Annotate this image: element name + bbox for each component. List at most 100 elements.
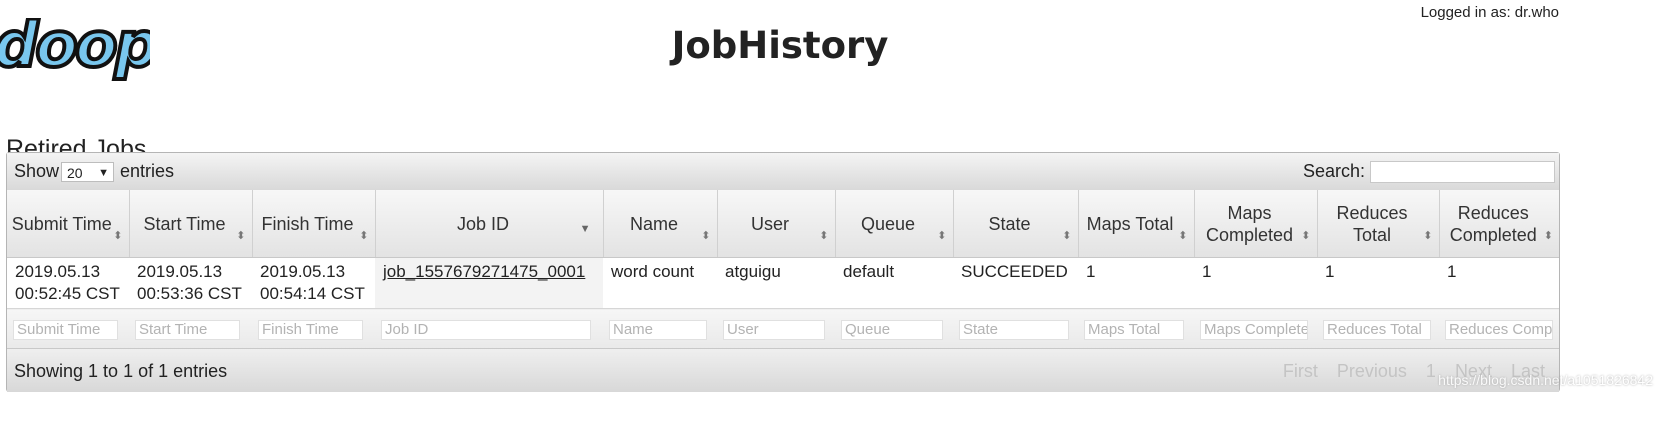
filter-cell: Finish Time — [252, 308, 375, 351]
search-input[interactable] — [1370, 161, 1555, 183]
filter-cell: Maps Complete — [1194, 308, 1317, 351]
col-job-id-label: Job ID — [456, 213, 510, 234]
cell-finish-time: 2019.05.13 00:54:14 CST — [252, 257, 375, 309]
page-first-button[interactable]: First — [1283, 361, 1318, 381]
submit-clock: 00:52:45 CST — [15, 284, 120, 303]
cell-state: SUCCEEDED — [953, 257, 1078, 309]
sort-icon: ⬍ — [937, 230, 947, 242]
sort-icon: ⬍ — [113, 230, 123, 242]
filter-queue-input[interactable]: Queue — [841, 320, 943, 340]
col-submit-time[interactable]: Submit Time ⬍ — [7, 190, 130, 258]
filter-submit-time-input[interactable]: Submit Time — [13, 320, 118, 340]
col-maps-total-label: Maps Total — [1086, 213, 1174, 234]
filter-cell: Maps Total — [1078, 308, 1194, 351]
col-name-label: Name — [629, 213, 678, 234]
start-date: 2019.05.13 — [137, 262, 223, 281]
filter-cell: Queue — [835, 308, 953, 351]
filter-finish-time-input[interactable]: Finish Time — [258, 320, 363, 340]
cell-user: atguigu — [717, 257, 835, 309]
col-job-id[interactable]: Job ID ▼ — [375, 190, 604, 258]
table-footer: Showing 1 to 1 of 1 entries First Previo… — [7, 348, 1559, 392]
col-start-time[interactable]: Start Time ⬍ — [129, 190, 253, 258]
sort-icon: ⬍ — [1423, 230, 1433, 242]
jobs-table: Submit Time ⬍ Start Time ⬍ Finish Time ⬍ Jo… — [7, 190, 1559, 351]
filter-user-input[interactable]: User — [723, 320, 825, 340]
filter-cell: Submit Time — [7, 308, 129, 351]
col-maps-completed[interactable]: Maps Completed ⬍ — [1194, 190, 1318, 258]
filter-cell: Reduces Total — [1317, 308, 1439, 351]
cell-name: word count — [603, 257, 717, 309]
col-start-time-label: Start Time — [143, 213, 226, 234]
col-state-label: State — [988, 213, 1031, 234]
filter-maps-total-input[interactable]: Maps Total — [1084, 320, 1184, 340]
show-label: Show — [14, 161, 60, 181]
col-reduces-completed-label-2: Completed — [1449, 224, 1537, 245]
col-state[interactable]: State ⬍ — [953, 190, 1079, 258]
cell-submit-time: 2019.05.13 00:52:45 CST — [7, 257, 129, 309]
col-maps-completed-label: Maps — [1227, 202, 1272, 223]
filter-cell: Start Time — [129, 308, 252, 351]
entries-label: entries — [120, 161, 175, 181]
table-row: 2019.05.13 00:52:45 CST 2019.05.13 00:53:3… — [7, 257, 1559, 309]
filter-state-input[interactable]: State — [959, 320, 1069, 340]
sort-icon: ⬍ — [1062, 230, 1072, 242]
sort-icon: ⬍ — [1178, 230, 1188, 242]
filter-reduces-total-input[interactable]: Reduces Total — [1323, 320, 1431, 340]
filter-job-id-input[interactable]: Job ID — [381, 320, 591, 340]
dropdown-arrow-icon: ▼ — [98, 167, 109, 179]
filter-row: Submit Time Start Time Finish Time Job I… — [7, 308, 1559, 351]
filter-maps-completed-input[interactable]: Maps Complete — [1200, 320, 1308, 340]
col-reduces-completed-label: Reduces — [1457, 202, 1529, 223]
sort-icon: ⬍ — [819, 230, 829, 242]
col-reduces-completed[interactable]: Reduces Completed ⬍ — [1439, 190, 1559, 258]
col-user-label: User — [750, 213, 789, 234]
submit-date: 2019.05.13 — [15, 262, 101, 281]
filter-cell: Reduces Comp — [1439, 308, 1559, 351]
col-submit-time-label: Submit Time — [11, 213, 112, 234]
filter-reduces-completed-input[interactable]: Reduces Comp — [1445, 320, 1553, 340]
watermark: https://blog.csdn.net/a1051826842 — [1438, 372, 1653, 388]
sort-icon: ⬍ — [1301, 230, 1311, 242]
col-user[interactable]: User ⬍ — [717, 190, 836, 258]
header-row: Submit Time ⬍ Start Time ⬍ Finish Time ⬍ Jo… — [7, 190, 1559, 258]
sort-icon: ⬍ — [236, 230, 246, 242]
finish-clock: 00:54:14 CST — [260, 284, 365, 303]
col-finish-time[interactable]: Finish Time ⬍ — [252, 190, 376, 258]
col-queue-label: Queue — [860, 213, 916, 234]
cell-start-time: 2019.05.13 00:53:36 CST — [129, 257, 252, 309]
entries-select[interactable]: 20 ▼ — [61, 162, 114, 182]
table-toolbar: Show 20 ▼ entries Search: — [7, 153, 1559, 191]
finish-date: 2019.05.13 — [260, 262, 346, 281]
filter-cell: Name — [603, 308, 717, 351]
sort-icon: ⬍ — [1543, 230, 1553, 242]
cell-reduces-total: 1 — [1317, 257, 1439, 309]
page-title: JobHistory — [671, 24, 889, 67]
col-reduces-total-label: Reduces — [1336, 202, 1408, 223]
sort-icon: ⬍ — [359, 230, 369, 242]
sort-desc-icon: ▼ — [579, 223, 591, 235]
col-name[interactable]: Name ⬍ — [603, 190, 718, 258]
col-maps-completed-label-2: Completed — [1205, 224, 1294, 245]
col-finish-time-label: Finish Time — [261, 213, 354, 234]
cell-reduces-completed: 1 — [1439, 257, 1559, 309]
cell-maps-completed: 1 — [1194, 257, 1317, 309]
search-label: Search: — [1302, 161, 1365, 181]
col-queue[interactable]: Queue ⬍ — [835, 190, 954, 258]
job-id-link[interactable]: job_1557679271475_0001 — [383, 262, 585, 281]
filter-cell: User — [717, 308, 835, 351]
filter-start-time-input[interactable]: Start Time — [135, 320, 240, 340]
page-number-button[interactable]: 1 — [1426, 361, 1436, 381]
cell-job-id: job_1557679271475_0001 — [375, 257, 603, 309]
page-previous-button[interactable]: Previous — [1337, 361, 1407, 381]
sort-icon: ⬍ — [701, 230, 711, 242]
start-clock: 00:53:36 CST — [137, 284, 242, 303]
filter-name-input[interactable]: Name — [609, 320, 707, 340]
logged-in-user: Logged in as: dr.who — [1420, 4, 1559, 21]
col-maps-total[interactable]: Maps Total ⬍ — [1078, 190, 1195, 258]
col-reduces-total-label-2: Total — [1352, 224, 1392, 245]
col-reduces-total[interactable]: Reduces Total ⬍ — [1317, 190, 1440, 258]
entries-value: 20 — [67, 165, 83, 181]
filter-cell: Job ID — [375, 308, 603, 351]
cell-maps-total: 1 — [1078, 257, 1194, 309]
cell-queue: default — [835, 257, 953, 309]
